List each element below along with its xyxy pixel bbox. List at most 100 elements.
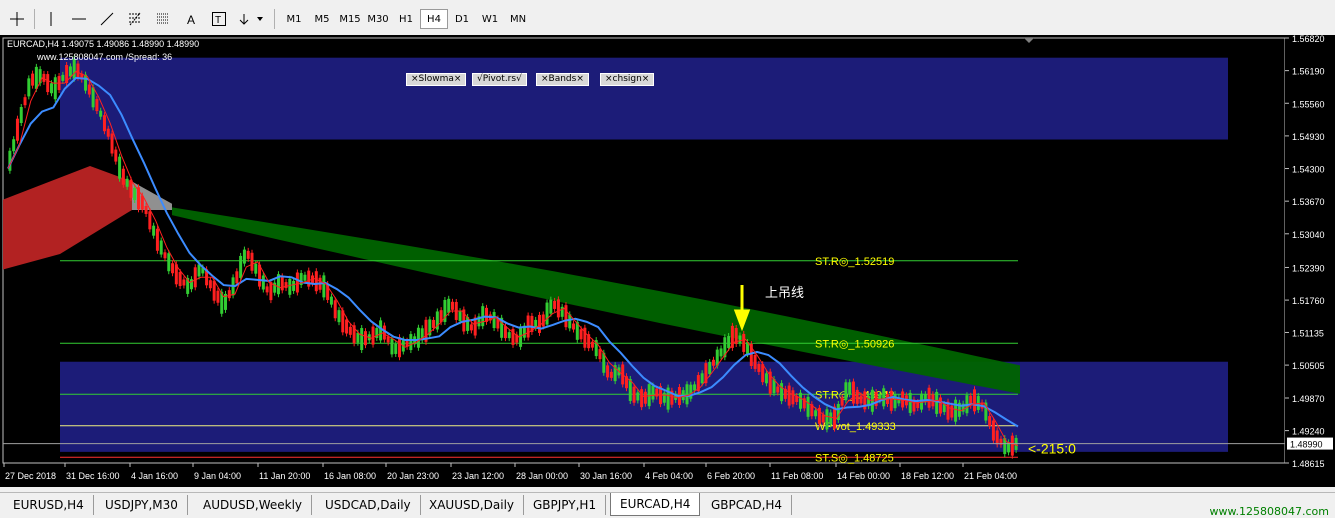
candle-body — [329, 296, 333, 305]
candle-body — [84, 74, 88, 91]
candle-body — [390, 338, 394, 355]
candle-body — [197, 264, 201, 277]
candle-body — [144, 205, 148, 214]
indicator-button-chsign[interactable]: ×chsign× — [600, 73, 655, 86]
timeframe-m1[interactable]: M1 — [280, 9, 308, 29]
candle-body — [609, 371, 613, 378]
candle-body — [95, 99, 99, 112]
indicator-button-slowma[interactable]: ×Slowma× — [406, 73, 467, 86]
candle-body — [121, 168, 125, 185]
chart-tab-usdjpy-m30[interactable]: USDJPY,M30 — [96, 495, 188, 515]
grid-channel-icon[interactable] — [152, 9, 174, 29]
date-tick-label: 21 Feb 04:00 — [964, 471, 1017, 481]
chart-tab-gbpcad-h4[interactable]: GBPCAD,H4 — [702, 495, 793, 515]
candle-body — [178, 272, 182, 287]
chart-tab-xauusd-daily[interactable]: XAUUSD,Daily — [420, 495, 525, 515]
candle-body — [106, 128, 110, 137]
candle-body — [995, 430, 999, 445]
text-label-icon[interactable]: T — [208, 9, 230, 29]
candle-body — [485, 307, 489, 322]
candle-body — [503, 326, 507, 339]
timeframe-d1[interactable]: D1 — [448, 9, 476, 29]
candle-body — [780, 383, 784, 402]
candle-body — [246, 250, 250, 259]
chart-window[interactable]: ST.R◎_1.52519ST.R◎_1.50926ST.R◎_1.49942W… — [0, 35, 1335, 487]
price-tick-label: 1.55560 — [1292, 99, 1325, 109]
candle-body — [152, 225, 156, 236]
candle-body — [193, 267, 197, 288]
candle-body — [254, 263, 258, 274]
candle-body — [651, 385, 655, 400]
timeframe-m30[interactable]: M30 — [364, 9, 392, 29]
candle-body — [643, 391, 647, 404]
candle-body — [848, 382, 852, 395]
timeframe-w1[interactable]: W1 — [476, 9, 504, 29]
candle-body — [829, 412, 833, 425]
date-tick-label: 6 Feb 20:00 — [707, 471, 755, 481]
fibonacci-icon[interactable] — [124, 9, 146, 29]
candle-body — [742, 333, 746, 352]
price-tick-label: 1.48615 — [1292, 459, 1325, 469]
candle-body — [322, 275, 326, 298]
candle-body — [356, 332, 360, 343]
candle-body — [685, 384, 689, 405]
chart-tab-usdcad-daily[interactable]: USDCAD,Daily — [316, 495, 421, 515]
candle-body — [163, 252, 167, 259]
date-tick-label: 30 Jan 16:00 — [580, 471, 632, 481]
chart-tab-eurusd-h4[interactable]: EURUSD,H4 — [4, 495, 94, 515]
candle-body — [825, 409, 829, 430]
candle-body — [700, 373, 704, 384]
indicator-button-pivot[interactable]: √Pivot.rs√ — [472, 73, 527, 86]
toolbar-separator — [274, 9, 275, 29]
candle-body — [814, 410, 818, 417]
candle-body — [295, 272, 299, 293]
candle-body — [125, 178, 129, 187]
candle-body — [148, 211, 152, 230]
text-icon[interactable]: A — [180, 9, 202, 29]
candle-body — [882, 388, 886, 407]
indicator-button-bands[interactable]: ×Bands× — [536, 73, 589, 86]
date-tick-label: 31 Dec 16:00 — [66, 471, 120, 481]
timeframe-mn[interactable]: MN — [504, 9, 532, 29]
candle-body — [469, 324, 473, 331]
candle-body — [908, 392, 912, 413]
timeframe-m5[interactable]: M5 — [308, 9, 336, 29]
price-chart[interactable]: ST.R◎_1.52519ST.R◎_1.50926ST.R◎_1.49942W… — [0, 35, 1335, 487]
candle-body — [34, 66, 38, 89]
candle-body — [76, 63, 80, 78]
crosshair-icon[interactable] — [6, 9, 28, 29]
arrow-icon[interactable] — [236, 9, 268, 29]
price-tick-label: 1.49870 — [1292, 394, 1325, 404]
timeframe-h1[interactable]: H1 — [392, 9, 420, 29]
candle-body — [212, 280, 216, 301]
candle-body — [360, 328, 364, 351]
countdown-label: <-215:0 — [1028, 441, 1076, 457]
candle-body — [242, 249, 246, 264]
trendline-icon[interactable] — [96, 9, 118, 29]
candle-body — [432, 319, 436, 328]
candle-body — [738, 335, 742, 344]
candle-body — [693, 384, 697, 391]
timeframe-m15[interactable]: M15 — [336, 9, 364, 29]
chart-tab-gbpjpy-h1[interactable]: GBPJPY,H1 — [524, 495, 607, 515]
candle-body — [288, 278, 292, 295]
candle-body — [757, 363, 761, 372]
date-tick-label: 23 Jan 12:00 — [452, 471, 504, 481]
chart-tab-eurcad-h4[interactable]: EURCAD,H4 — [610, 493, 701, 516]
candle-body — [636, 392, 640, 401]
candle-body — [227, 290, 231, 299]
candle-body — [889, 390, 893, 411]
candle-body — [851, 381, 855, 404]
chart-tab-audusd-weekly[interactable]: AUDUSD,Weekly — [194, 495, 312, 515]
horizontal-line-icon[interactable] — [68, 9, 90, 29]
vertical-line-icon[interactable] — [40, 9, 62, 29]
candle-body — [606, 365, 610, 378]
candle-body — [208, 280, 212, 289]
svg-text:T: T — [215, 15, 221, 26]
candle-body — [662, 392, 666, 403]
candle-body — [61, 74, 65, 81]
candle-body — [114, 149, 118, 162]
timeframe-h4[interactable]: H4 — [420, 9, 448, 29]
price-tick-label: 1.51760 — [1292, 296, 1325, 306]
candle-body — [53, 77, 57, 100]
